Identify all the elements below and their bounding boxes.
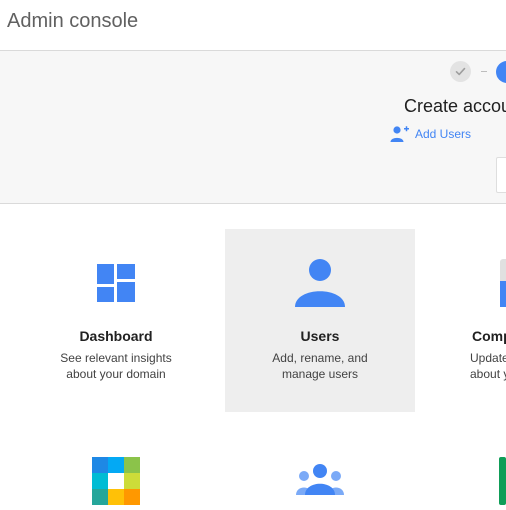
- setup-step-title: Create accou: [404, 96, 506, 116]
- top-bar: Admin console: [0, 0, 506, 51]
- tile-title: Comp: [472, 328, 506, 344]
- tile-description-line: about y: [470, 367, 506, 381]
- tile-description: Update about y: [470, 350, 506, 382]
- checkmark-icon: [455, 67, 466, 76]
- add-users-link[interactable]: Add Users: [390, 124, 471, 144]
- user-icon: [225, 259, 415, 307]
- devices-icon[interactable]: [499, 457, 506, 510]
- groups-icon[interactable]: [296, 463, 344, 510]
- tile-title: Users: [300, 328, 340, 344]
- company-profile-icon: [500, 259, 506, 307]
- tile-description: See relevant insights about your domain: [21, 350, 211, 382]
- setup-panel: Create accou Add Users: [0, 51, 506, 204]
- step-current-indicator: [496, 61, 506, 83]
- app-title[interactable]: Admin console: [7, 10, 138, 33]
- tile-description-line: See relevant insights: [60, 351, 172, 365]
- tile-description: Add, rename, and manage users: [225, 350, 415, 382]
- dashboard-icon: [21, 259, 211, 307]
- add-user-icon: [390, 126, 409, 142]
- tile-users[interactable]: Users Add, rename, and manage users: [225, 229, 415, 412]
- tile-company-profile[interactable]: Comp Update about y: [431, 229, 506, 412]
- setup-card: [496, 157, 506, 193]
- tile-title: Dashboard: [79, 328, 153, 344]
- tile-description-line: Add, rename, and: [272, 351, 368, 365]
- step-connector: [481, 71, 487, 72]
- apps-icon[interactable]: [92, 457, 140, 510]
- add-users-label: Add Users: [415, 127, 472, 141]
- tile-description-line: manage users: [281, 367, 359, 381]
- step-complete-indicator: [450, 61, 471, 82]
- tile-description-line: about your domain: [66, 367, 166, 381]
- tile-description-line: Update: [470, 351, 506, 365]
- tile-dashboard[interactable]: Dashboard See relevant insights about yo…: [21, 229, 211, 412]
